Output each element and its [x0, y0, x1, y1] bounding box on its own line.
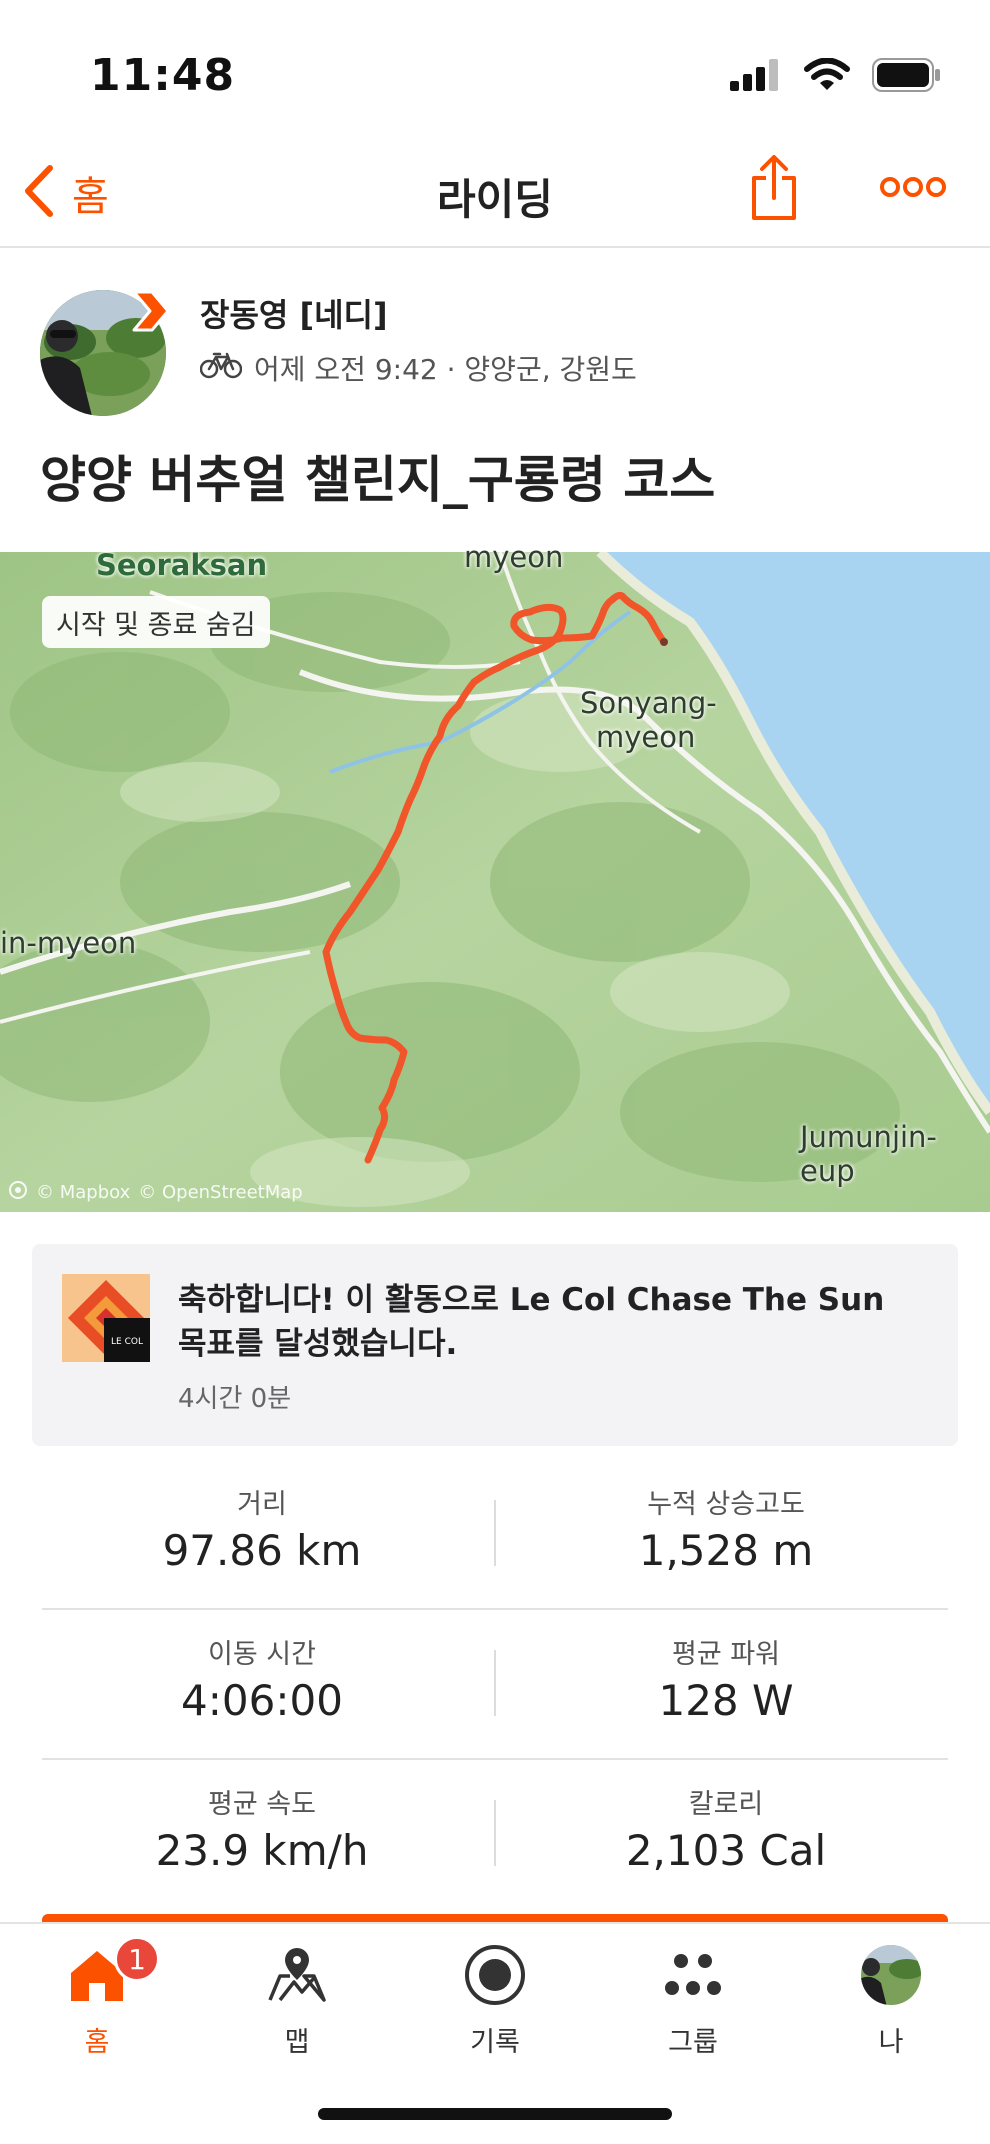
- stat-divider: [494, 1650, 496, 1716]
- tab-you[interactable]: 나: [816, 1938, 966, 2058]
- bicycle-icon: [199, 351, 243, 386]
- stats-grid: 거리 97.86 km 누적 상승고도 1,528 m 이동 시간 4:06:0…: [42, 1460, 948, 1910]
- route-map[interactable]: [0, 552, 990, 1212]
- stat-label: 누적 상승고도: [647, 1489, 805, 1520]
- map-label-sonyang: Sonyang-: [580, 686, 717, 720]
- tab-home[interactable]: 1 홈: [22, 1936, 172, 2058]
- battery-icon: [872, 58, 942, 96]
- groups-icon: [665, 1954, 721, 1995]
- stat-value: 97.86 km: [162, 1526, 362, 1575]
- map-label-in-myeon: in-myeon: [0, 926, 137, 960]
- status-icons: [730, 57, 942, 96]
- stat-distance: 거리 97.86 km: [62, 1460, 462, 1610]
- stat-row: 평균 속도 23.9 km/h 칼로리 2,103 Cal: [42, 1760, 948, 1910]
- status-bar: 11:48: [0, 0, 990, 140]
- activity-meta: 어제 오전 9:42 · 양양군, 강원도: [199, 348, 637, 388]
- mapbox-logo-icon: [8, 1180, 28, 1205]
- map-label-jumunjin: Jumunjin-eup: [800, 1120, 937, 1188]
- tab-label: 나: [878, 2027, 904, 2058]
- stat-label: 평균 속도: [208, 1789, 316, 1820]
- stat-label: 칼로리: [688, 1789, 764, 1820]
- stat-value: 128 W: [658, 1676, 794, 1725]
- record-icon: [465, 1945, 525, 2005]
- stat-moving-time: 이동 시간 4:06:00: [62, 1610, 462, 1760]
- svg-text:LE COL: LE COL: [111, 1337, 143, 1347]
- tab-label: 그룹: [668, 2027, 718, 2058]
- tab-groups[interactable]: 그룹: [618, 1938, 768, 2058]
- status-time: 11:48: [90, 50, 236, 101]
- navigation-bar: 홈 라이딩: [0, 140, 990, 248]
- tab-label: 홈: [84, 2027, 110, 2058]
- home-indicator: [318, 2108, 672, 2120]
- tab-label: 기록: [470, 2027, 520, 2058]
- stat-divider: [494, 1800, 496, 1866]
- activity-meta-text: 어제 오전 9:42 · 양양군, 강원도: [254, 353, 637, 386]
- more-dots-icon: [880, 177, 946, 197]
- share-button[interactable]: [750, 154, 798, 226]
- athlete-name[interactable]: 장동영 [네디]: [200, 290, 388, 336]
- tab-label: 맵: [284, 2027, 310, 2058]
- osm-attribution: © OpenStreetMap: [138, 1182, 303, 1203]
- map-attribution[interactable]: © Mapbox © OpenStreetMap: [8, 1180, 303, 1205]
- stat-value: 2,103 Cal: [625, 1826, 827, 1875]
- le-col-badge-icon: LE COL: [62, 1274, 150, 1362]
- stat-divider: [494, 1500, 496, 1566]
- stat-row: 거리 97.86 km 누적 상승고도 1,528 m: [42, 1460, 948, 1610]
- share-icon: [752, 155, 796, 220]
- mapbox-attribution: © Mapbox: [36, 1182, 131, 1203]
- stat-row: 이동 시간 4:06:00 평균 파워 128 W: [42, 1610, 948, 1760]
- stat-avg-power: 평균 파워 128 W: [526, 1610, 926, 1760]
- notification-badge: 1: [114, 1936, 160, 1982]
- stat-value: 1,528 m: [638, 1526, 814, 1575]
- achievement-text-line2: 목표를 달성했습니다.: [178, 1326, 458, 1362]
- map-label-sonyang-myeon: myeon: [596, 720, 696, 754]
- strava-summit-chevron-icon: [132, 290, 170, 336]
- stat-calories: 칼로리 2,103 Cal: [526, 1760, 926, 1910]
- activity-title: 양양 버추얼 챌린지_구룡령 코스: [40, 451, 716, 509]
- achievement-text-line1: 축하합니다! 이 활동으로 Le Col Chase The Sun: [178, 1282, 885, 1318]
- stat-avg-speed: 평균 속도 23.9 km/h: [62, 1760, 462, 1910]
- cellular-signal-icon: [730, 59, 782, 95]
- stat-value: 4:06:00: [181, 1676, 343, 1725]
- more-options-button[interactable]: [880, 176, 946, 202]
- map-label-seoraksan: Seoraksan: [96, 548, 268, 582]
- map-pin-icon: [268, 1948, 326, 2002]
- hide-start-end-chip[interactable]: 시작 및 종료 숨김: [42, 596, 270, 648]
- profile-avatar-icon: [861, 1945, 921, 2005]
- achievement-text: 축하합니다! 이 활동으로 Le Col Chase The Sun 목표를 달…: [178, 1278, 938, 1366]
- map-label-myeon-top: myeon: [464, 540, 564, 574]
- stat-label: 거리: [237, 1489, 287, 1520]
- page-title: 라이딩: [437, 175, 553, 224]
- achievement-card[interactable]: LE COL 축하합니다! 이 활동으로 Le Col Chase The Su…: [32, 1244, 958, 1446]
- achievement-time: 4시간 0분: [178, 1384, 292, 1414]
- tab-maps[interactable]: 맵: [222, 1938, 372, 2058]
- tab-record[interactable]: 기록: [420, 1938, 570, 2058]
- stat-label: 평균 파워: [672, 1639, 780, 1670]
- stat-value: 23.9 km/h: [155, 1826, 369, 1875]
- athlete-avatar-wrap[interactable]: [40, 290, 170, 420]
- stat-label: 이동 시간: [208, 1639, 316, 1670]
- wifi-icon: [804, 57, 850, 96]
- stat-elevation-gain: 누적 상승고도 1,528 m: [526, 1460, 926, 1610]
